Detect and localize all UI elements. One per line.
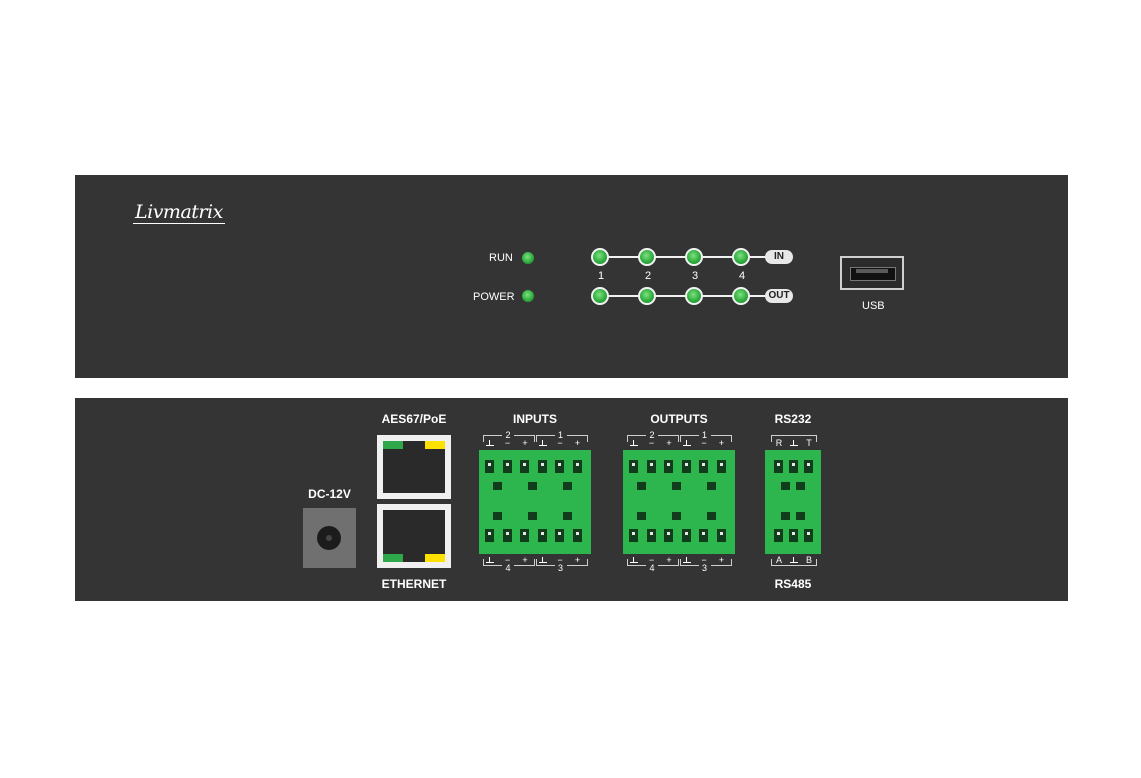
- serial-latch: [796, 512, 805, 520]
- inputs-top-pin: [520, 460, 529, 473]
- out-led-3: [685, 287, 703, 305]
- power-led: [522, 290, 534, 302]
- outputs-bottom-pin: [646, 529, 656, 542]
- serial-latch: [796, 482, 805, 490]
- in-led-4: [732, 248, 750, 266]
- outputs-top-group-number: 1: [698, 430, 711, 440]
- usb-port[interactable]: [840, 256, 904, 290]
- inputs-bottom-group-number: 3: [554, 563, 567, 573]
- outputs-top-pin: [681, 460, 691, 473]
- in-tag: IN: [765, 250, 793, 264]
- outputs-label: OUTPUTS: [650, 412, 708, 426]
- serial-bottom-pin: [789, 529, 798, 542]
- outputs-top-pin: [664, 460, 673, 473]
- in-led-2: [638, 248, 656, 266]
- outputs-bottom-pin: [699, 529, 708, 542]
- usb-label: USB: [862, 300, 885, 312]
- inputs-top-group-number: 2: [502, 430, 514, 440]
- outputs-top-pin: [646, 460, 656, 473]
- run-label: RUN: [489, 252, 513, 264]
- dc-label: DC-12V: [308, 487, 351, 501]
- outputs-latch: [637, 482, 646, 490]
- aes67-label: AES67/PoE: [381, 412, 447, 426]
- run-led: [522, 252, 534, 264]
- outputs-latch: [637, 512, 646, 520]
- inputs-bottom-pin: [537, 529, 547, 542]
- rear-panel: DC-12V AES67/PoE ETHERNET INPUTS OUTPUTS…: [75, 398, 1068, 601]
- serial-latch: [781, 512, 790, 520]
- front-panel: Livmatrix RUN POWER IN 1 2 3 4 OUT USB: [75, 175, 1068, 378]
- outputs-latch: [707, 512, 716, 520]
- inputs-top-group-number: 1: [554, 430, 567, 440]
- ethernet-label: ETHERNET: [381, 577, 447, 591]
- inputs-label: INPUTS: [512, 412, 557, 426]
- channel-number-1: 1: [597, 270, 605, 282]
- out-led-2: [638, 287, 656, 305]
- channel-number-2: 2: [644, 270, 652, 282]
- out-led-4: [732, 287, 750, 305]
- inputs-latch: [563, 482, 572, 490]
- inputs-latch: [528, 512, 537, 520]
- channel-number-3: 3: [691, 270, 699, 282]
- power-label: POWER: [473, 291, 515, 303]
- outputs-latch: [672, 482, 681, 490]
- outputs-bottom-pin: [716, 529, 726, 542]
- inputs-bottom-pin: [520, 529, 529, 542]
- dc-power-jack[interactable]: [303, 508, 356, 568]
- outputs-top-pin: [629, 460, 638, 473]
- channel-number-4: 4: [738, 270, 746, 282]
- inputs-top-pin: [502, 460, 512, 473]
- brand-logo: Livmatrix: [133, 201, 225, 224]
- in-led-1: [591, 248, 609, 266]
- serial-latch: [781, 482, 790, 490]
- outputs-latch: [707, 482, 716, 490]
- inputs-top-pin: [485, 460, 494, 473]
- outputs-bottom-pin: [629, 529, 638, 542]
- inputs-bottom-group-number: 4: [502, 563, 514, 573]
- rs232-bracket: [771, 435, 817, 442]
- out-led-1: [591, 287, 609, 305]
- outputs-latch: [672, 512, 681, 520]
- serial-top-pin: [804, 460, 813, 473]
- inputs-top-pin: [537, 460, 547, 473]
- rs232-label: RS232: [774, 412, 812, 426]
- serial-bottom-pin: [774, 529, 783, 542]
- outputs-top-pin: [699, 460, 708, 473]
- outputs-bottom-pin: [664, 529, 673, 542]
- inputs-latch: [528, 482, 537, 490]
- in-led-3: [685, 248, 703, 266]
- aes67-poe-port[interactable]: [377, 435, 451, 499]
- serial-top-pin: [789, 460, 798, 473]
- serial-bottom-pin: [804, 529, 813, 542]
- outputs-top-pin: [716, 460, 726, 473]
- serial-top-pin: [774, 460, 783, 473]
- outputs-top-group-number: 2: [646, 430, 658, 440]
- inputs-latch: [493, 482, 502, 490]
- rs485-bracket: [771, 559, 817, 566]
- outputs-bottom-pin: [681, 529, 691, 542]
- rs485-label: RS485: [774, 577, 812, 591]
- inputs-latch: [563, 512, 572, 520]
- inputs-top-pin: [555, 460, 564, 473]
- outputs-bottom-group-number: 4: [646, 563, 658, 573]
- inputs-bottom-pin: [485, 529, 494, 542]
- inputs-bottom-pin: [572, 529, 582, 542]
- inputs-latch: [493, 512, 502, 520]
- outputs-bottom-group-number: 3: [698, 563, 711, 573]
- ethernet-port[interactable]: [377, 504, 451, 568]
- inputs-top-pin: [572, 460, 582, 473]
- inputs-bottom-pin: [502, 529, 512, 542]
- out-tag: OUT: [765, 289, 793, 303]
- inputs-bottom-pin: [555, 529, 564, 542]
